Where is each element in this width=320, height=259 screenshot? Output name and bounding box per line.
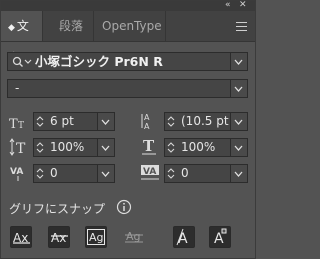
chevron-down-icon (234, 59, 243, 65)
kerning-icon: VA (10, 167, 23, 181)
close-icon[interactable]: ✕ (239, 0, 247, 10)
vertical-scale-icon: T (9, 138, 26, 156)
font-family-dropdown[interactable] (230, 53, 247, 70)
vertical-scale-value: 100% (50, 140, 85, 154)
kerning-stepper-icon[interactable] (36, 167, 44, 179)
chevron-down-icon (234, 119, 243, 125)
tracking-icon: VA (141, 165, 159, 180)
font-family-value: 小塚ゴシック Pr6N R (35, 54, 163, 69)
kerning-value: 0 (50, 166, 58, 180)
tab-character[interactable]: ◆文字 (1, 11, 43, 65)
snap-to-glyph-label: グリフにスナップ (9, 202, 106, 216)
font-family-field[interactable]: 小塚ゴシック Pr6N R (7, 52, 248, 71)
tab-menu-icon: ◆ (8, 23, 15, 33)
collapse-icon[interactable]: « (225, 0, 231, 10)
tracking-field[interactable]: 0 (164, 164, 248, 183)
glyph-bounds-snap-icon: Ag (87, 229, 105, 245)
svg-text:A: A (144, 113, 150, 122)
leading-field[interactable]: (10.5 pt (164, 112, 248, 131)
horizontal-scale-stepper-icon[interactable] (167, 141, 175, 153)
search-icon[interactable] (12, 56, 32, 68)
vertical-scale-stepper-icon[interactable] (36, 141, 44, 153)
chevron-down-icon (234, 145, 243, 151)
svg-text:Ax: Ax (51, 231, 66, 245)
tab-label: 段落 (59, 19, 84, 33)
chevron-down-icon (101, 145, 110, 151)
horizontal-scale-value: 100% (181, 140, 216, 154)
svg-text:VA: VA (143, 167, 156, 177)
angular-guides-snap-button[interactable]: A (173, 226, 195, 248)
chevron-down-icon (234, 86, 243, 92)
font-size-stepper-icon[interactable] (36, 115, 44, 127)
font-size-field[interactable]: 6 pt (33, 112, 115, 131)
anchor-point-snap-button[interactable]: A (209, 226, 231, 248)
svg-text:T: T (143, 138, 155, 155)
x-height-snap-button[interactable]: Ax (48, 226, 70, 248)
svg-text:T: T (16, 141, 26, 156)
tracking-stepper-icon[interactable] (167, 167, 175, 179)
tab-paragraph[interactable]: 段落 (43, 11, 94, 41)
horizontal-scale-dropdown[interactable] (230, 139, 247, 156)
horizontal-scale-icon: T (142, 138, 156, 155)
baseline-snap-button[interactable]: Ax (10, 226, 32, 248)
leading-dropdown[interactable] (230, 113, 247, 130)
kerning-field[interactable]: 0 (33, 164, 115, 183)
panel-tabs: ◆文字 段落 OpenType (1, 11, 255, 65)
panel-menu-icon[interactable] (236, 22, 247, 31)
chevron-down-icon (101, 171, 110, 177)
tracking-value: 0 (181, 166, 189, 180)
kerning-dropdown[interactable] (97, 165, 114, 182)
chevron-down-icon (234, 171, 243, 177)
horizontal-scale-field[interactable]: 100% (164, 138, 248, 157)
angular-guides-snap-icon: A (176, 228, 188, 247)
svg-text:VA: VA (10, 167, 23, 177)
font-style-value: - (15, 81, 20, 95)
character-panel: « ✕ ◆文字 段落 OpenType 小塚ゴシック Pr6N R - (0, 0, 256, 259)
svg-text:A: A (144, 122, 150, 130)
tab-opentype[interactable]: OpenType (94, 11, 166, 41)
glyph-bounds-snap-button[interactable]: Ag (85, 226, 107, 248)
tracking-dropdown[interactable] (230, 165, 247, 182)
svg-text:T: T (9, 117, 18, 130)
font-style-field[interactable]: - (7, 79, 248, 98)
chevron-down-icon (101, 119, 110, 125)
svg-text:T: T (18, 121, 24, 130)
anchor-point-snap-icon: A (214, 228, 227, 247)
svg-text:Ag: Ag (89, 231, 104, 244)
svg-text:Ag: Ag (126, 230, 141, 243)
font-size-dropdown[interactable] (97, 113, 114, 130)
font-style-dropdown[interactable] (230, 80, 247, 97)
vertical-scale-dropdown[interactable] (97, 139, 114, 156)
font-size-icon: T T (9, 117, 24, 130)
vertical-scale-field[interactable]: 100% (33, 138, 115, 157)
proximity-guides-snap-icon: Ag (125, 230, 143, 243)
tab-label: OpenType (102, 19, 162, 33)
info-icon[interactable] (116, 199, 132, 215)
leading-stepper-icon[interactable] (167, 115, 175, 127)
leading-icon: A A (141, 113, 150, 130)
proximity-guides-snap-button[interactable]: Ag (124, 226, 146, 248)
x-height-snap-icon: Ax (51, 231, 68, 245)
font-size-value: 6 pt (50, 114, 74, 128)
baseline-snap-icon: Ax (13, 231, 30, 245)
panel-titlebar: « ✕ (1, 0, 255, 11)
leading-value: (10.5 pt (181, 114, 229, 128)
